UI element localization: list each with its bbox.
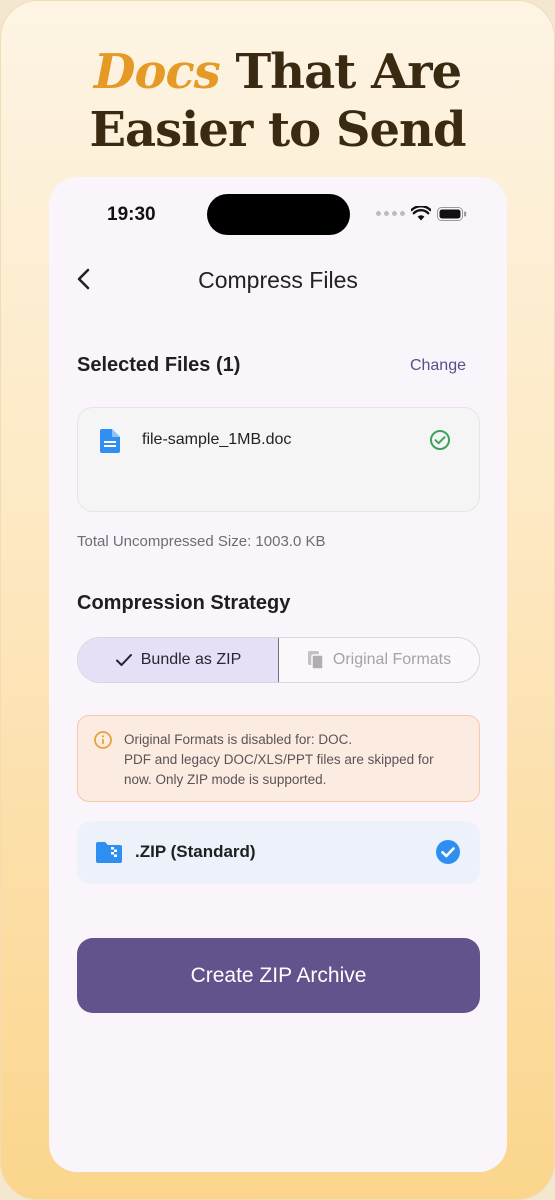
info-icon [94,731,112,749]
create-zip-button[interactable]: Create ZIP Archive [77,938,480,1013]
warning-notice: Original Formats is disabled for: DOC. P… [77,715,480,802]
phone-screen: 19:30 Compress Files Selected Files (1) … [49,177,507,1172]
headline-line2: Easier to Send [89,102,466,158]
compression-strategy-title: Compression Strategy [77,592,291,614]
file-list-item[interactable]: file-sample_1MB.doc [77,407,480,512]
original-formats-option[interactable]: Original Formats [279,638,479,682]
page-title: Compress Files [198,267,358,293]
zip-format-label: .ZIP (Standard) [135,842,256,861]
promo-frame: Docs That Are Easier to Send 19:30 Compr… [0,0,555,1200]
notice-line-1: Original Formats is disabled for: DOC. [124,732,353,747]
battery-icon [437,206,467,221]
signal-icon [376,211,405,216]
document-icon [100,429,120,453]
notice-line-3: now. Only ZIP mode is supported. [124,772,327,787]
headline-accent: Docs [93,44,221,100]
zip-format-option[interactable]: .ZIP (Standard) [77,821,480,884]
zip-folder-icon [96,842,122,863]
selected-check-icon [436,840,460,864]
bundle-zip-option[interactable]: Bundle as ZIP [78,638,279,682]
checkmark-icon [115,654,132,666]
check-circle-icon [430,430,450,450]
headline: Docs That Are Easier to Send [1,43,554,159]
selected-files-title: Selected Files (1) [77,354,241,376]
file-name: file-sample_1MB.doc [142,431,292,448]
status-time: 19:30 [107,204,156,225]
change-button[interactable]: Change [410,357,466,375]
notice-line-2: PDF and legacy DOC/XLS/PPT files are ski… [124,752,434,767]
wifi-icon [411,206,431,221]
status-icons [376,206,467,221]
notice-text: Original Formats is disabled for: DOC. P… [124,730,469,790]
copy-files-icon [307,651,324,670]
dynamic-island [207,194,350,235]
headline-line1: That Are [219,44,462,100]
total-size: Total Uncompressed Size: 1003.0 KB [77,533,326,550]
original-formats-label: Original Formats [332,651,452,668]
strategy-segmented-control: Bundle as ZIP Original Formats [77,637,480,683]
bundle-zip-label: Bundle as ZIP [140,651,242,668]
